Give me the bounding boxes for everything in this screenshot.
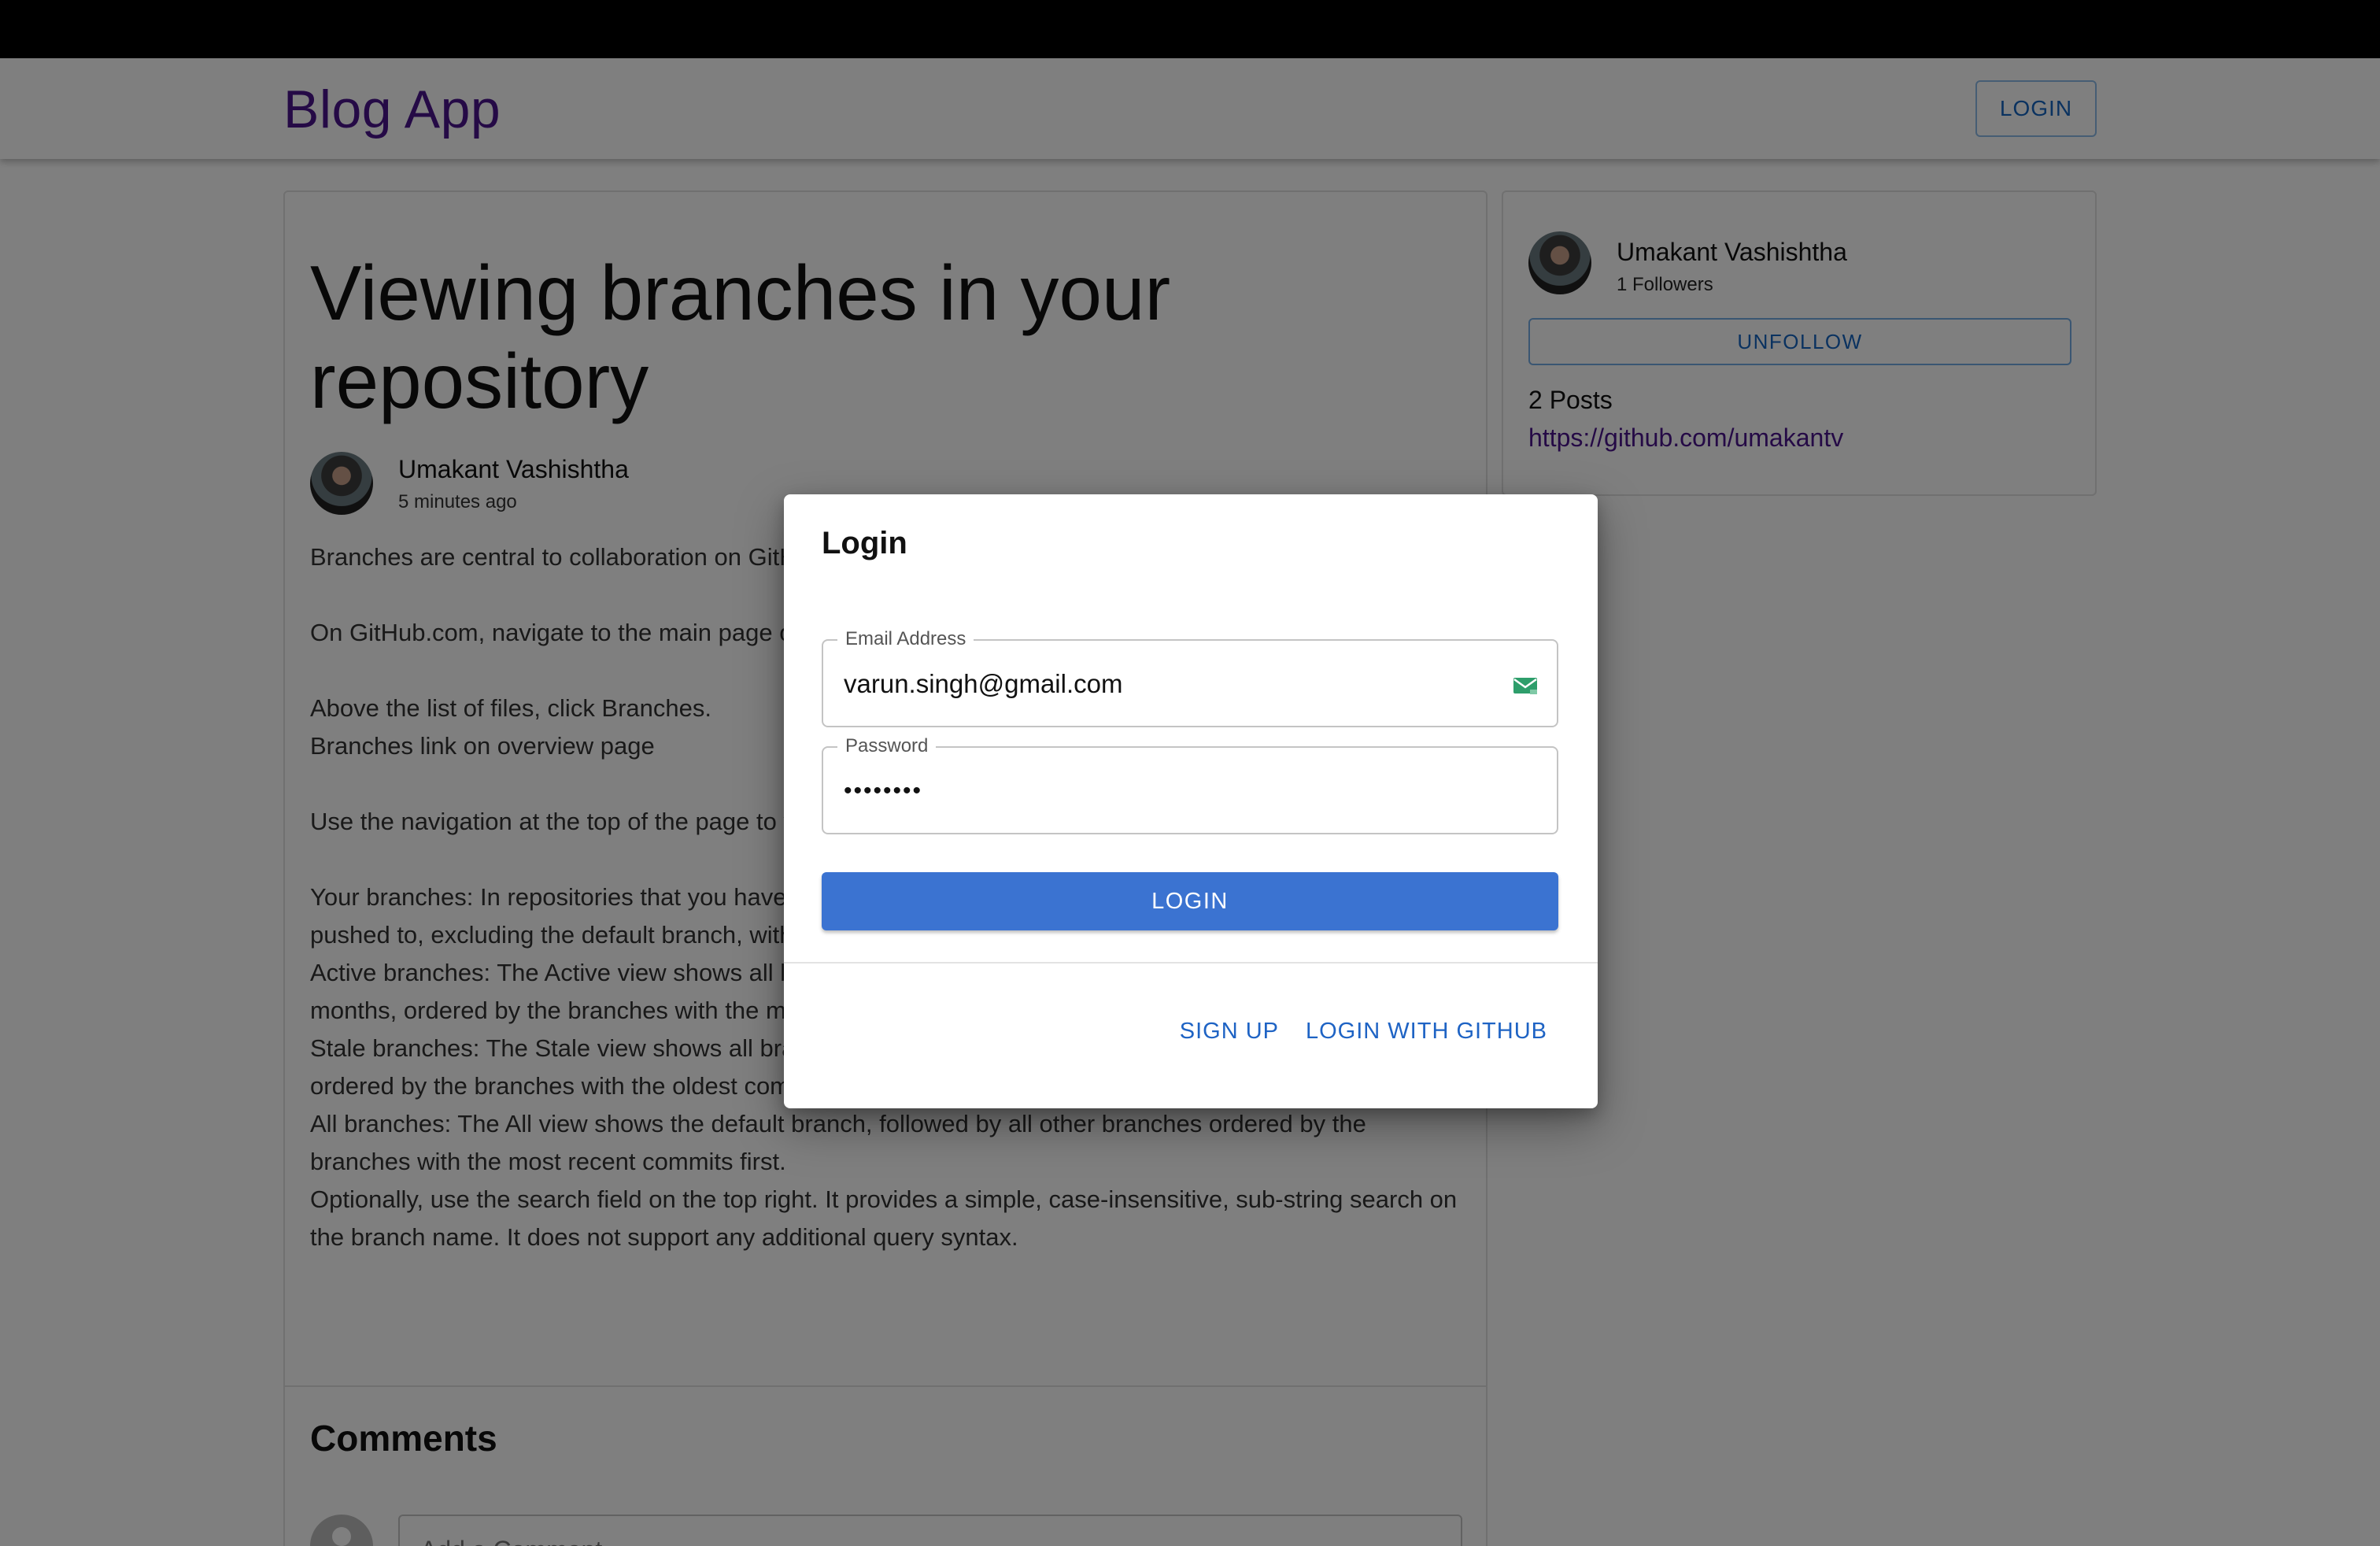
- sign-up-button[interactable]: SIGN UP: [1180, 1019, 1279, 1045]
- dialog-title: Login: [822, 526, 907, 560]
- mail-icon: [1513, 675, 1538, 696]
- email-input[interactable]: [844, 661, 1489, 707]
- login-with-github-button[interactable]: LOGIN WITH GITHUB: [1306, 1019, 1547, 1045]
- browser-top-bar: [0, 0, 2380, 58]
- login-dialog: Login Email Address Password LOGIN SIGN …: [784, 494, 1598, 1108]
- dialog-divider: [784, 962, 1598, 963]
- email-field-label: Email Address: [837, 628, 974, 650]
- dialog-actions: SIGN UP LOGIN WITH GITHUB: [1180, 1019, 1547, 1045]
- password-input[interactable]: [844, 768, 1489, 814]
- password-field: Password: [822, 735, 1558, 834]
- email-field: Email Address: [822, 628, 1558, 727]
- password-field-label: Password: [837, 735, 937, 757]
- login-submit-button[interactable]: LOGIN: [822, 872, 1558, 930]
